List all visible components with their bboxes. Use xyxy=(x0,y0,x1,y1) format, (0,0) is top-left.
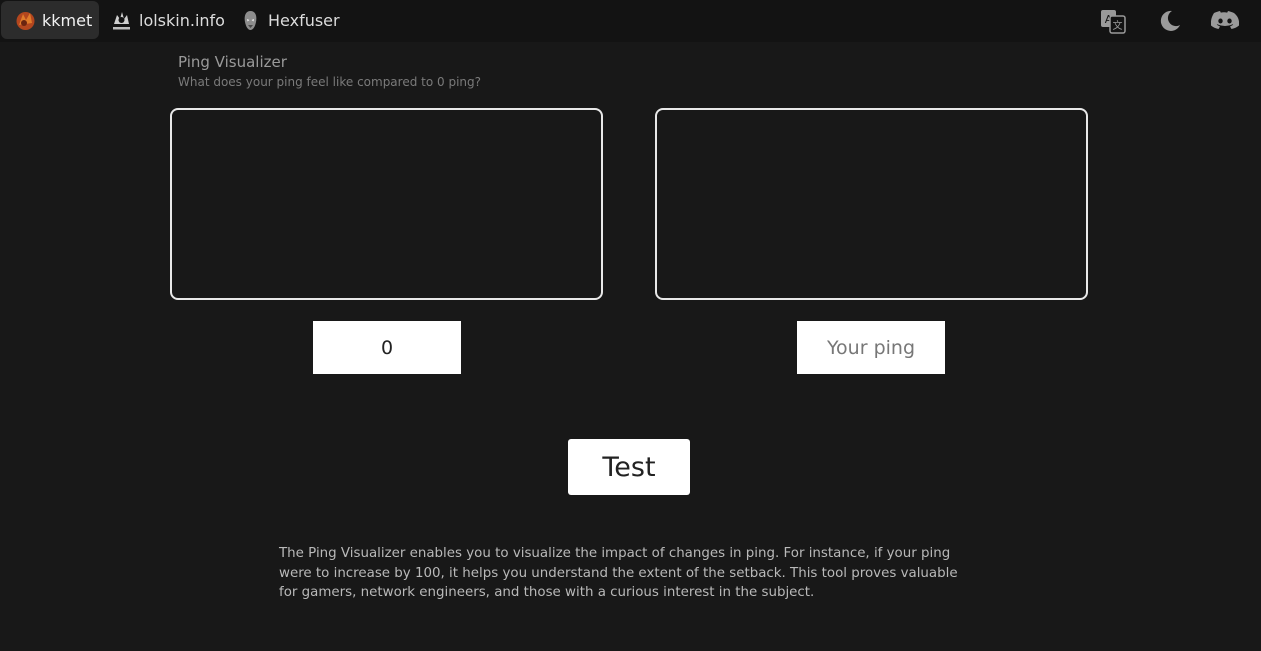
nav-label-hexfuser: Hexfuser xyxy=(268,10,340,30)
hexfuser-logo-icon xyxy=(239,9,262,32)
nav-item-hexfuser[interactable]: Hexfuser xyxy=(239,1,340,39)
nav-item-kkmet[interactable]: kkmet xyxy=(1,1,99,39)
kkmet-logo-icon xyxy=(14,9,37,32)
your-ping-visualizer-box xyxy=(655,108,1088,300)
zero-ping-input[interactable] xyxy=(313,321,461,374)
discord-icon[interactable] xyxy=(1210,6,1240,36)
your-ping-input[interactable] xyxy=(797,321,945,374)
moon-icon[interactable] xyxy=(1154,6,1184,36)
nav-label-lolskin: lolskin.info xyxy=(139,10,225,30)
description-text: The Ping Visualizer enables you to visua… xyxy=(279,546,958,600)
test-button[interactable]: Test xyxy=(568,439,690,495)
top-navbar: kkmet lolskin.info Hexfuser A 文 xyxy=(0,0,1261,42)
page-title: Ping Visualizer xyxy=(178,53,287,71)
page-subtitle: What does your ping feel like compared t… xyxy=(178,75,481,89)
zero-ping-visualizer-box xyxy=(170,108,603,300)
nav-label-kkmet: kkmet xyxy=(42,10,93,30)
translate-icon[interactable]: A 文 xyxy=(1098,6,1128,36)
svg-text:文: 文 xyxy=(1113,19,1123,32)
lolskin-logo-icon xyxy=(110,9,133,32)
nav-item-lolskin[interactable]: lolskin.info xyxy=(110,1,225,39)
